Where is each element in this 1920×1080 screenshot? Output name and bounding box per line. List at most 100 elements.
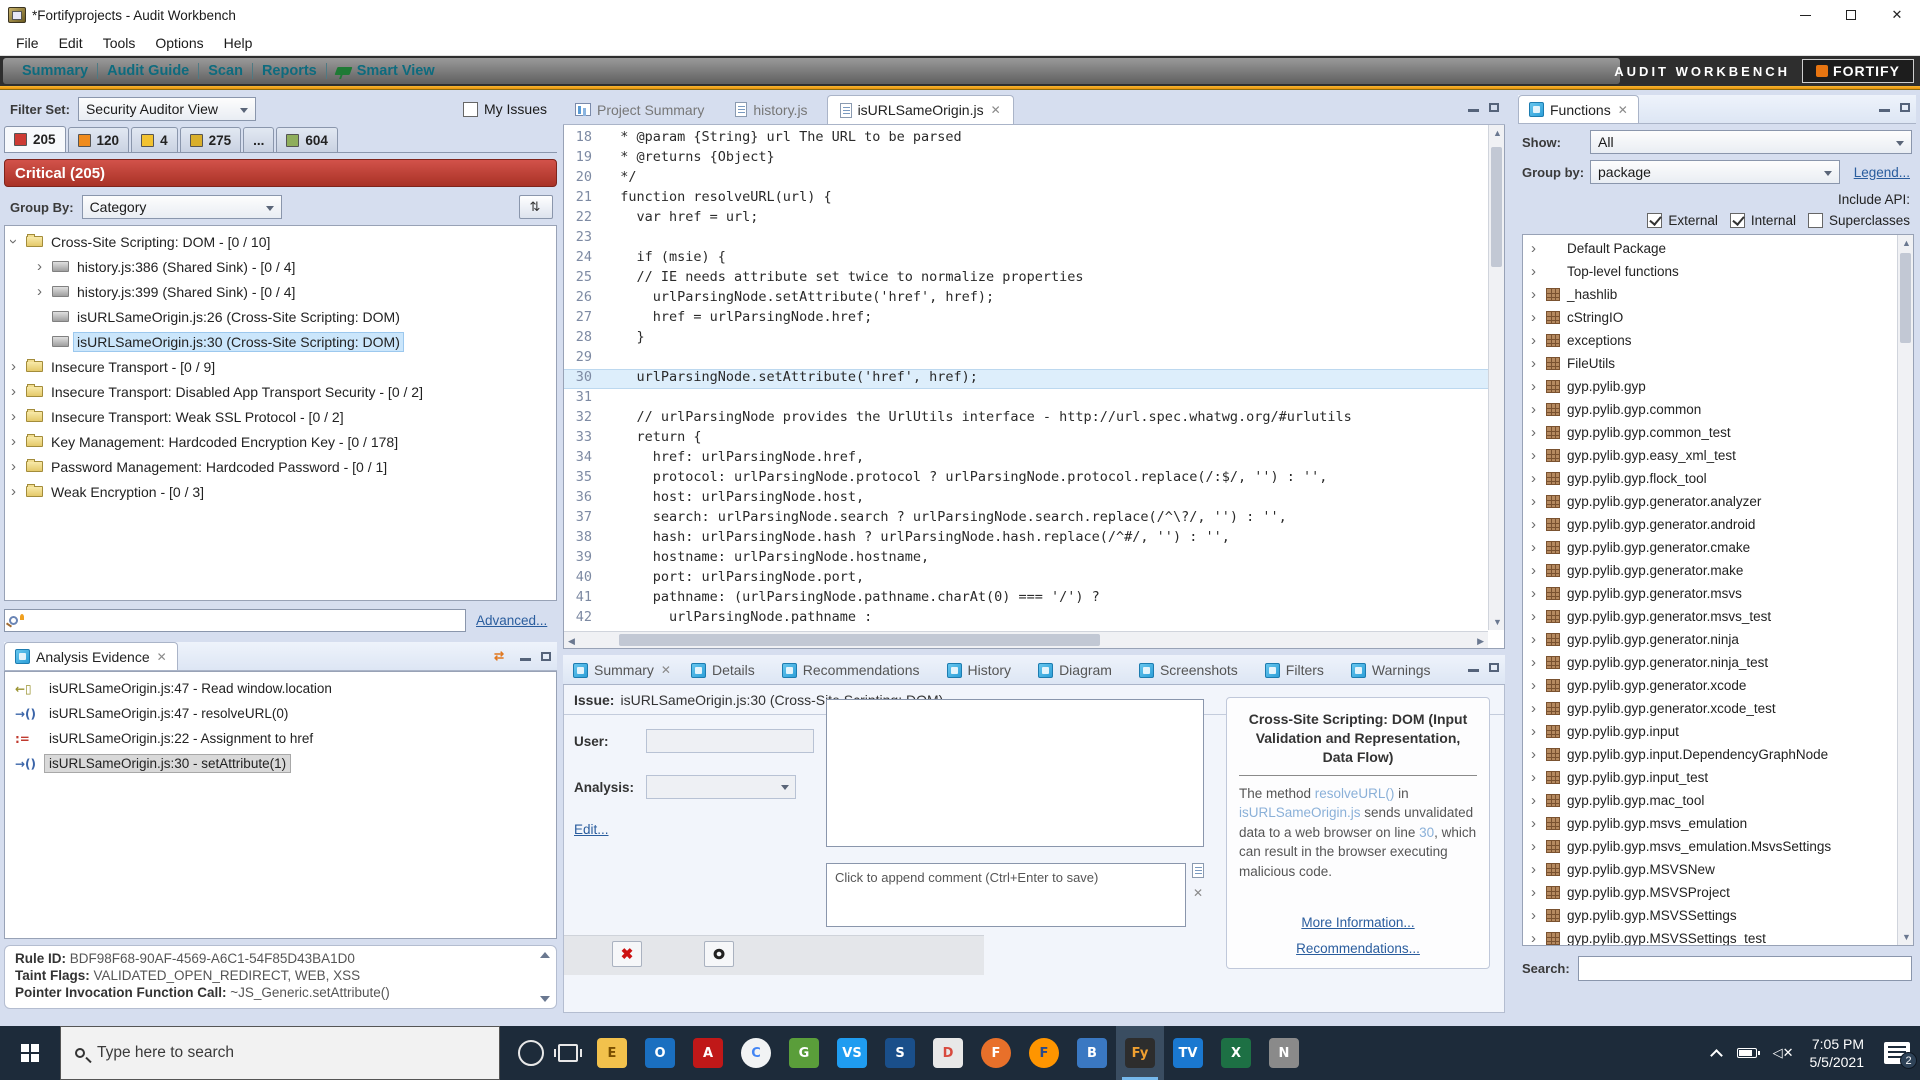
- issue-tree-item[interactable]: isURLSameOrigin.js:26 (Cross-Site Script…: [5, 304, 556, 329]
- functions-group-by-dropdown[interactable]: package: [1590, 160, 1840, 184]
- taskbar-app-button[interactable]: Fy: [1116, 1026, 1164, 1080]
- tree-chevron-icon[interactable]: [1531, 470, 1546, 487]
- function-package-item[interactable]: gyp.pylib.gyp.MSVSSettings: [1523, 904, 1913, 927]
- start-button[interactable]: [0, 1026, 60, 1080]
- issue-detail-tab[interactable]: Diagram: [1028, 656, 1129, 684]
- function-package-item[interactable]: exceptions: [1523, 329, 1913, 352]
- tree-chevron-icon[interactable]: [1531, 516, 1546, 533]
- tree-chevron-icon[interactable]: [1531, 240, 1546, 257]
- tree-chevron-icon[interactable]: [1531, 723, 1546, 740]
- function-package-item[interactable]: gyp.pylib.gyp.generator.msvs: [1523, 582, 1913, 605]
- sort-button[interactable]: ⇅: [519, 195, 553, 219]
- cortana-icon[interactable]: [518, 1040, 544, 1066]
- toolbar-nav-item[interactable]: Smart View: [326, 63, 444, 79]
- include-api-checkbox[interactable]: Superclasses: [1808, 213, 1910, 228]
- editor-tab[interactable]: history.js: [723, 95, 826, 124]
- scroll-left-icon[interactable]: ◀: [568, 636, 575, 647]
- tree-chevron-icon[interactable]: [1531, 378, 1546, 395]
- tree-chevron-icon[interactable]: [1531, 677, 1546, 694]
- scrollbar-thumb[interactable]: [1900, 253, 1911, 343]
- severity-badge-tab[interactable]: ...: [243, 127, 274, 152]
- tree-chevron-icon[interactable]: [1531, 263, 1546, 280]
- taskbar-app-button[interactable]: E: [588, 1026, 636, 1080]
- menu-item[interactable]: Tools: [93, 33, 146, 53]
- tree-chevron-icon[interactable]: [1531, 792, 1546, 809]
- function-package-item[interactable]: gyp.pylib.gyp.common_test: [1523, 421, 1913, 444]
- issue-tree-item[interactable]: Key Management: Hardcoded Encryption Key…: [5, 429, 556, 454]
- horizontal-scrollbar[interactable]: ◀ ▶: [564, 631, 1488, 648]
- clear-comment-icon[interactable]: ✕: [1193, 886, 1203, 900]
- menu-item[interactable]: File: [6, 33, 49, 53]
- minimize-panel-icon[interactable]: [1879, 102, 1890, 112]
- vertical-scrollbar[interactable]: ▲ ▼: [1488, 125, 1504, 630]
- volume-muted-icon[interactable]: ◁✕: [1773, 1045, 1794, 1061]
- scrollbar-thumb[interactable]: [1491, 147, 1502, 267]
- function-package-item[interactable]: Default Package: [1523, 237, 1913, 260]
- function-package-item[interactable]: gyp.pylib.gyp.generator.ninja_test: [1523, 651, 1913, 674]
- tree-chevron-icon[interactable]: [11, 483, 26, 500]
- maximize-panel-icon[interactable]: [1489, 663, 1499, 672]
- issue-tree-item[interactable]: Weak Encryption - [0 / 3]: [5, 479, 556, 504]
- function-package-item[interactable]: gyp.pylib.gyp.input.DependencyGraphNode: [1523, 743, 1913, 766]
- menu-item[interactable]: Edit: [49, 33, 93, 53]
- function-package-item[interactable]: gyp.pylib.gyp.flock_tool: [1523, 467, 1913, 490]
- function-package-item[interactable]: cStringIO: [1523, 306, 1913, 329]
- my-issues-checkbox[interactable]: My Issues: [463, 101, 547, 117]
- severity-badge-tab[interactable]: 4: [131, 127, 178, 152]
- maximize-button[interactable]: [1828, 0, 1874, 30]
- include-api-checkbox[interactable]: Internal: [1730, 213, 1796, 228]
- taskbar-app-button[interactable]: N: [1260, 1026, 1308, 1080]
- user-field[interactable]: [646, 729, 814, 753]
- evidence-item[interactable]: ←▯ isURLSameOrigin.js:47 - Read window.l…: [5, 676, 556, 701]
- function-package-item[interactable]: gyp.pylib.gyp.MSVSSettings_test: [1523, 927, 1913, 946]
- function-package-item[interactable]: gyp.pylib.gyp.generator.xcode: [1523, 674, 1913, 697]
- minimize-button[interactable]: [1782, 0, 1828, 30]
- function-package-item[interactable]: gyp.pylib.gyp.msvs_emulation: [1523, 812, 1913, 835]
- legend-link[interactable]: Legend...: [1854, 165, 1910, 180]
- function-package-item[interactable]: gyp.pylib.gyp.MSVSNew: [1523, 858, 1913, 881]
- tree-chevron-icon[interactable]: [1531, 539, 1546, 556]
- scroll-up-icon[interactable]: ▲: [1493, 128, 1502, 138]
- task-view-icon[interactable]: [558, 1044, 578, 1062]
- taskbar-app-button[interactable]: F: [972, 1026, 1020, 1080]
- minimize-panel-icon[interactable]: [1468, 102, 1479, 112]
- function-package-item[interactable]: _hashlib: [1523, 283, 1913, 306]
- menu-item[interactable]: Help: [214, 33, 263, 53]
- issue-tree-item[interactable]: isURLSameOrigin.js:30 (Cross-Site Script…: [5, 329, 556, 354]
- taskbar-app-button[interactable]: X: [1212, 1026, 1260, 1080]
- tree-chevron-icon[interactable]: [11, 433, 26, 450]
- tree-chevron-icon[interactable]: [1531, 355, 1546, 372]
- close-button[interactable]: ✕: [1874, 0, 1920, 30]
- show-dropdown[interactable]: All: [1590, 130, 1912, 154]
- editor-tab[interactable]: Project Summary: [563, 95, 723, 124]
- minimize-panel-icon[interactable]: [1468, 662, 1479, 672]
- evidence-item[interactable]: →() isURLSameOrigin.js:30 - setAttribute…: [5, 751, 556, 776]
- tree-chevron-icon[interactable]: [1531, 769, 1546, 786]
- advanced-search-link[interactable]: Advanced...: [476, 613, 547, 628]
- taskbar-app-button[interactable]: VS: [828, 1026, 876, 1080]
- taskbar-app-button[interactable]: F: [1020, 1026, 1068, 1080]
- function-package-item[interactable]: gyp.pylib.gyp.input: [1523, 720, 1913, 743]
- tree-chevron-icon[interactable]: [11, 358, 26, 375]
- more-information-link[interactable]: More Information...: [1301, 915, 1414, 930]
- issue-tree-item[interactable]: Password Management: Hardcoded Password …: [5, 454, 556, 479]
- close-tab-icon[interactable]: ✕: [661, 663, 671, 677]
- battery-icon[interactable]: [1737, 1048, 1757, 1058]
- tree-chevron-icon[interactable]: [1531, 585, 1546, 602]
- issue-tree-item[interactable]: Insecure Transport: Weak SSL Protocol - …: [5, 404, 556, 429]
- tree-chevron-icon[interactable]: [1531, 631, 1546, 648]
- severity-badge-tab[interactable]: 120: [68, 127, 130, 152]
- tree-chevron-icon[interactable]: [1531, 447, 1546, 464]
- function-package-item[interactable]: gyp.pylib.gyp.generator.ninja: [1523, 628, 1913, 651]
- issue-detail-tab[interactable]: History: [937, 656, 1029, 684]
- function-package-item[interactable]: gyp.pylib.gyp.msvs_emulation.MsvsSetting…: [1523, 835, 1913, 858]
- tree-chevron-icon[interactable]: [1531, 838, 1546, 855]
- tree-chevron-icon[interactable]: [1531, 861, 1546, 878]
- tray-expand-icon[interactable]: [1710, 1049, 1723, 1062]
- tree-chevron-icon[interactable]: [1531, 907, 1546, 924]
- maximize-panel-icon[interactable]: [1900, 103, 1910, 112]
- tree-chevron-icon[interactable]: [1531, 401, 1546, 418]
- vertical-scrollbar[interactable]: ▲ ▼: [1897, 235, 1913, 945]
- function-package-item[interactable]: gyp.pylib.gyp.common: [1523, 398, 1913, 421]
- tree-chevron-icon[interactable]: [37, 283, 52, 300]
